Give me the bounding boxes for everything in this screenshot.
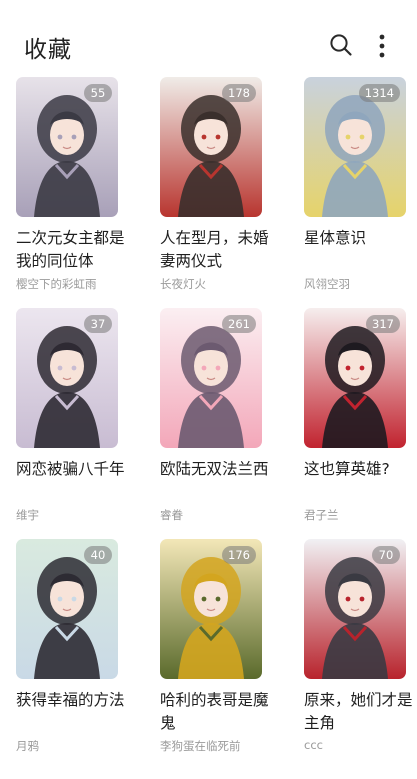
chapter-count-badge: 261 (222, 315, 256, 333)
book-title: 人在型月，未婚妻两仪式 (160, 229, 269, 270)
chapter-count-badge: 317 (366, 315, 400, 333)
book-author: 月鸦 (16, 739, 39, 753)
chapter-count-badge: 70 (372, 546, 400, 564)
chapter-count-badge: 55 (84, 84, 112, 102)
book-author: 风翎空羽 (304, 277, 350, 291)
chapter-count-badge: 1314 (358, 84, 400, 102)
book-author: 维宇 (16, 508, 39, 522)
book-author: 李狗蛋在临死前 (160, 739, 241, 753)
book-title: 星体意识 (304, 229, 367, 247)
chapter-count-badge: 40 (84, 546, 112, 564)
book-title: 原来，她们才是主角 (304, 691, 413, 732)
book-title: 哈利的表哥是魔鬼 (160, 691, 269, 732)
book-title: 网恋被骗八千年 (16, 460, 125, 478)
book-title: 二次元女主都是我的同位体 (16, 229, 125, 270)
book-author: 君子兰 (304, 508, 339, 522)
book-title: 欧陆无双法兰西 (160, 460, 269, 478)
chapter-count-badge: 37 (84, 315, 112, 333)
book-title: 获得幸福的方法 (16, 691, 125, 709)
chapter-count-badge: 178 (222, 84, 256, 102)
book-author: 樱空下的彩虹雨 (16, 277, 97, 291)
book-author: ccc (304, 738, 323, 752)
chapter-count-badge: 176 (222, 546, 256, 564)
book-author: 睿眷 (160, 508, 183, 522)
book-author: 长夜灯火 (160, 277, 206, 291)
favorites-grid: 55 二次元女主都是我的同位体 樱空下的彩虹雨 178 人在型月，未婚妻两仪式 … (0, 0, 417, 779)
book-title: 这也算英雄? (304, 460, 390, 478)
